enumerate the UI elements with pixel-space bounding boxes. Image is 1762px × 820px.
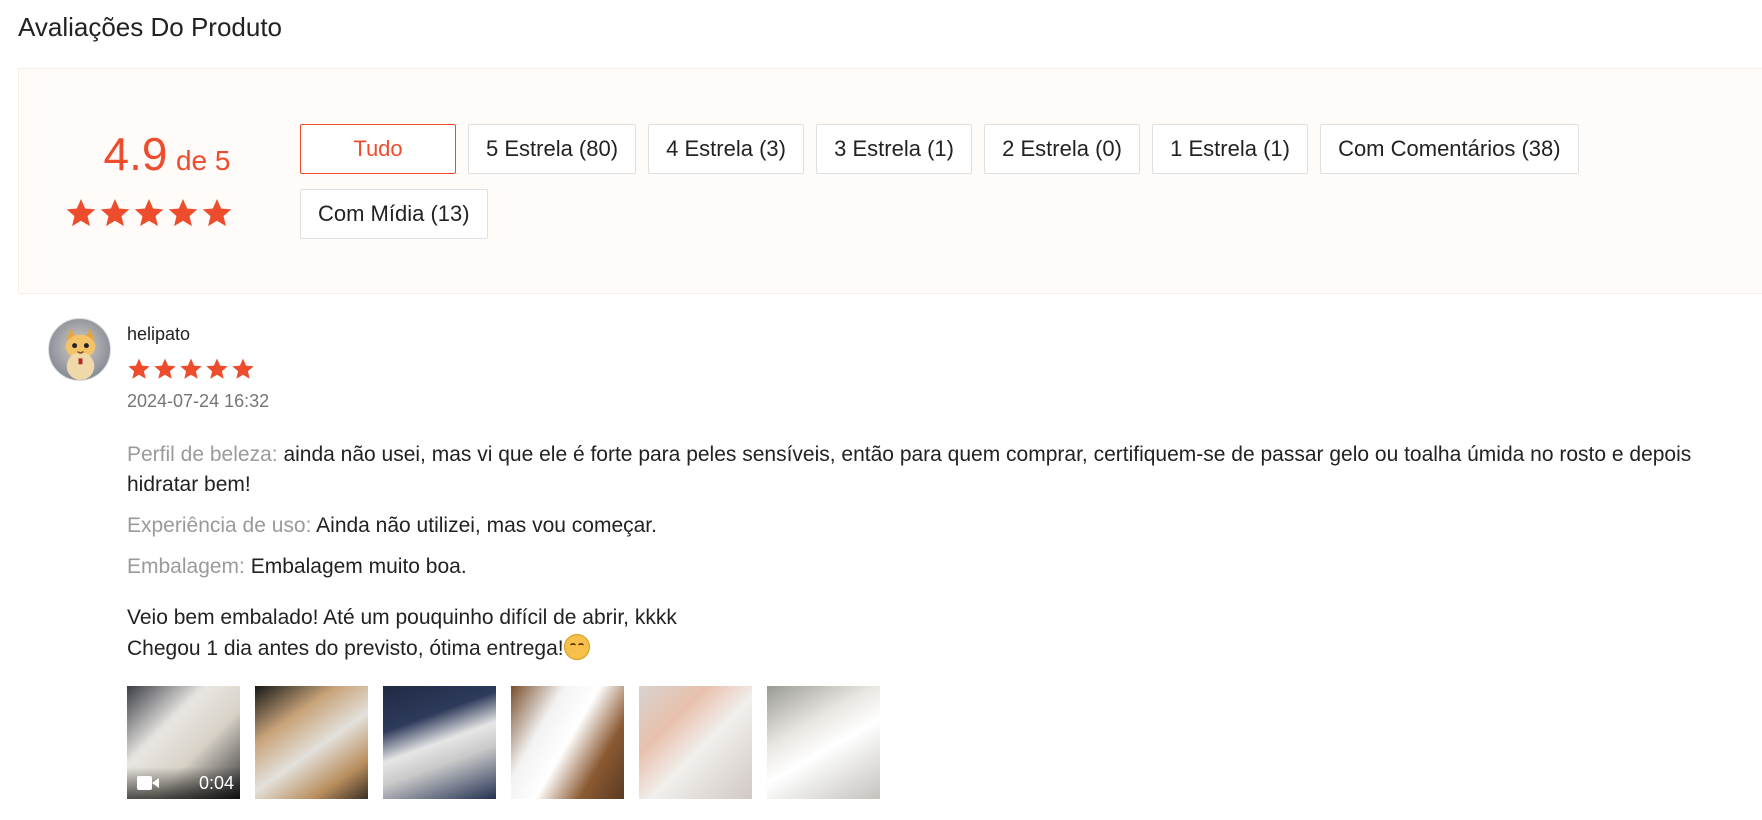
rating-stars xyxy=(65,197,233,229)
star-icon xyxy=(134,199,164,227)
smiling-face-emoji-icon xyxy=(563,634,590,660)
filter-1-star-button[interactable]: 1 Estrela (1) xyxy=(1152,124,1309,174)
star-icon xyxy=(232,358,254,379)
star-icon xyxy=(100,199,130,227)
review-comment: Veio bem embalado! Até um pouquinho difí… xyxy=(127,602,1762,664)
filter-3-stars-button[interactable]: 3 Estrela (1) xyxy=(816,124,973,174)
comment-line: Chegou 1 dia antes do previsto, ótima en… xyxy=(127,637,564,660)
avatar[interactable] xyxy=(48,318,111,381)
video-duration: 0:04 xyxy=(198,772,234,793)
filter-4-stars-button[interactable]: 4 Estrela (3) xyxy=(648,124,805,174)
rating-value: 4.9 xyxy=(103,128,168,180)
star-icon xyxy=(206,358,228,379)
review-image-thumbnail[interactable] xyxy=(255,686,368,799)
star-icon xyxy=(128,358,150,379)
filter-with-comments-button[interactable]: Com Comentários (38) xyxy=(1320,124,1579,174)
field-label: Experiência de uso: xyxy=(127,514,312,537)
review-media: 0:04 xyxy=(127,686,1762,799)
field-value: ainda não usei, mas vi que ele é forte p… xyxy=(127,443,1692,496)
review-field-beauty-profile: Perfil de beleza: ainda não usei, mas vi… xyxy=(127,440,1762,500)
video-overlay: 0:04 xyxy=(127,767,240,799)
filter-5-stars-button[interactable]: 5 Estrela (80) xyxy=(468,124,637,174)
review-image-thumbnail[interactable] xyxy=(383,686,496,799)
review-date: 2024-07-24 16:32 xyxy=(127,391,270,411)
review-field-packaging: Embalagem: Embalagem muito boa. xyxy=(127,552,1762,582)
section-title: Avaliações Do Produto xyxy=(18,12,283,42)
reviewer-username: helipato xyxy=(127,324,191,344)
rating-scale: de 5 xyxy=(175,145,231,176)
cat-avatar-icon xyxy=(65,328,96,380)
review-video-thumbnail[interactable]: 0:04 xyxy=(127,686,240,799)
review-field-usage-experience: Experiência de uso: Ainda não utilizei, … xyxy=(127,511,1762,541)
rating-score: 4.9 de 5 xyxy=(87,127,247,181)
review-filters: Tudo 5 Estrela (80) 4 Estrela (3) 3 Estr… xyxy=(300,124,1600,239)
star-icon xyxy=(180,358,202,379)
field-label: Embalagem: xyxy=(127,555,245,578)
filter-2-stars-button[interactable]: 2 Estrela (0) xyxy=(984,124,1141,174)
comment-line: Veio bem embalado! Até um pouquinho difí… xyxy=(127,606,677,629)
review-body: helipato 2024-07-24 16:32 Perfil de bele… xyxy=(127,318,1762,799)
review-image-thumbnail[interactable] xyxy=(639,686,752,799)
star-icon xyxy=(66,199,96,227)
field-label: Perfil de beleza: xyxy=(127,443,278,466)
filter-all-button[interactable]: Tudo xyxy=(300,124,456,174)
star-icon xyxy=(154,358,176,379)
review-image-thumbnail[interactable] xyxy=(767,686,880,799)
field-value: Ainda não utilizei, mas vou começar. xyxy=(316,514,657,537)
star-icon xyxy=(202,199,232,227)
field-value: Embalagem muito boa. xyxy=(250,555,467,578)
comment-line-wrapper: Chegou 1 dia antes do previsto, ótima en… xyxy=(127,633,1762,664)
video-camera-icon xyxy=(137,776,159,790)
rating-overview: 4.9 de 5 Tudo 5 Estrela (80) 4 Estrela (… xyxy=(18,68,1762,294)
filter-with-media-button[interactable]: Com Mídia (13) xyxy=(300,189,488,239)
review-stars xyxy=(127,357,1762,381)
review-image-thumbnail[interactable] xyxy=(511,686,624,799)
star-icon xyxy=(168,199,198,227)
